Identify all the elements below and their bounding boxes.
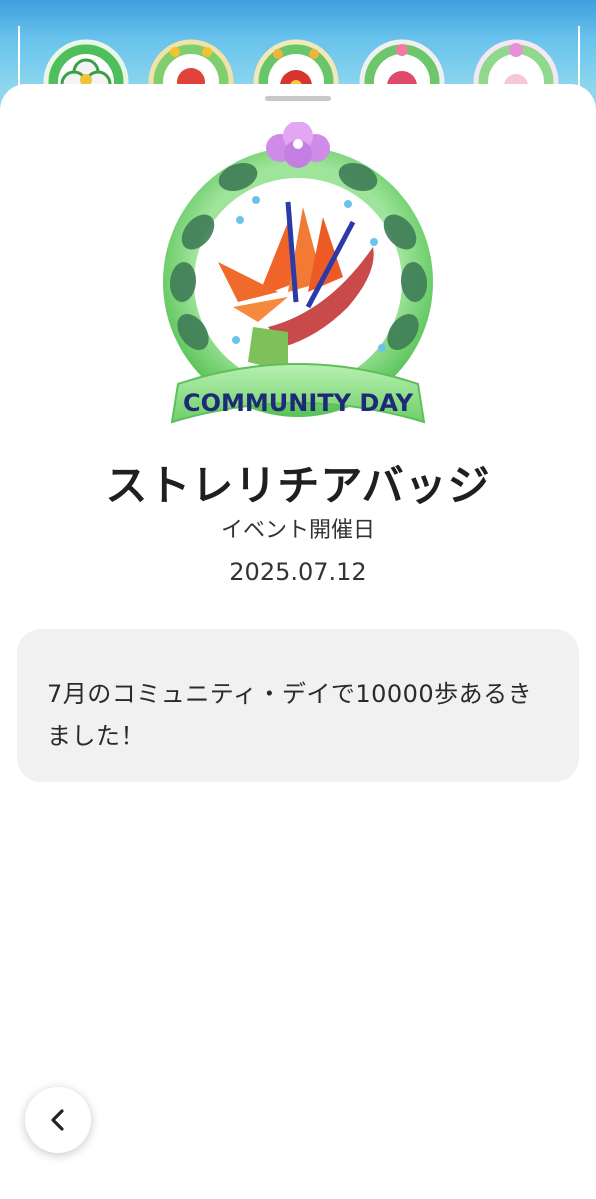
badge-description: 7月のコミュニティ・デイで10000歩あるきました！ [47,680,533,750]
badge-title: ストレリチアバッジ [105,461,491,510]
event-date-label: イベント開催日 [220,518,375,543]
badge-description-box: 7月のコミュニティ・デイで10000歩あるきました！ [17,629,579,782]
back-button[interactable] [25,1087,91,1153]
ribbon-text: COMMUNITY DAY [183,389,414,417]
strelitzia-badge-image: COMMUNITY DAY [138,121,458,440]
sheet-grabber[interactable] [265,96,331,101]
event-date-value: 2025.07.12 [229,558,367,586]
badge-detail-sheet: COMMUNITY DAY ストレリチアバッジ イベント開催日 2025.07.… [0,84,596,1199]
screen: COMMUNITY DAY ストレリチアバッジ イベント開催日 2025.07.… [0,0,596,1199]
chevron-left-icon [51,1109,64,1131]
